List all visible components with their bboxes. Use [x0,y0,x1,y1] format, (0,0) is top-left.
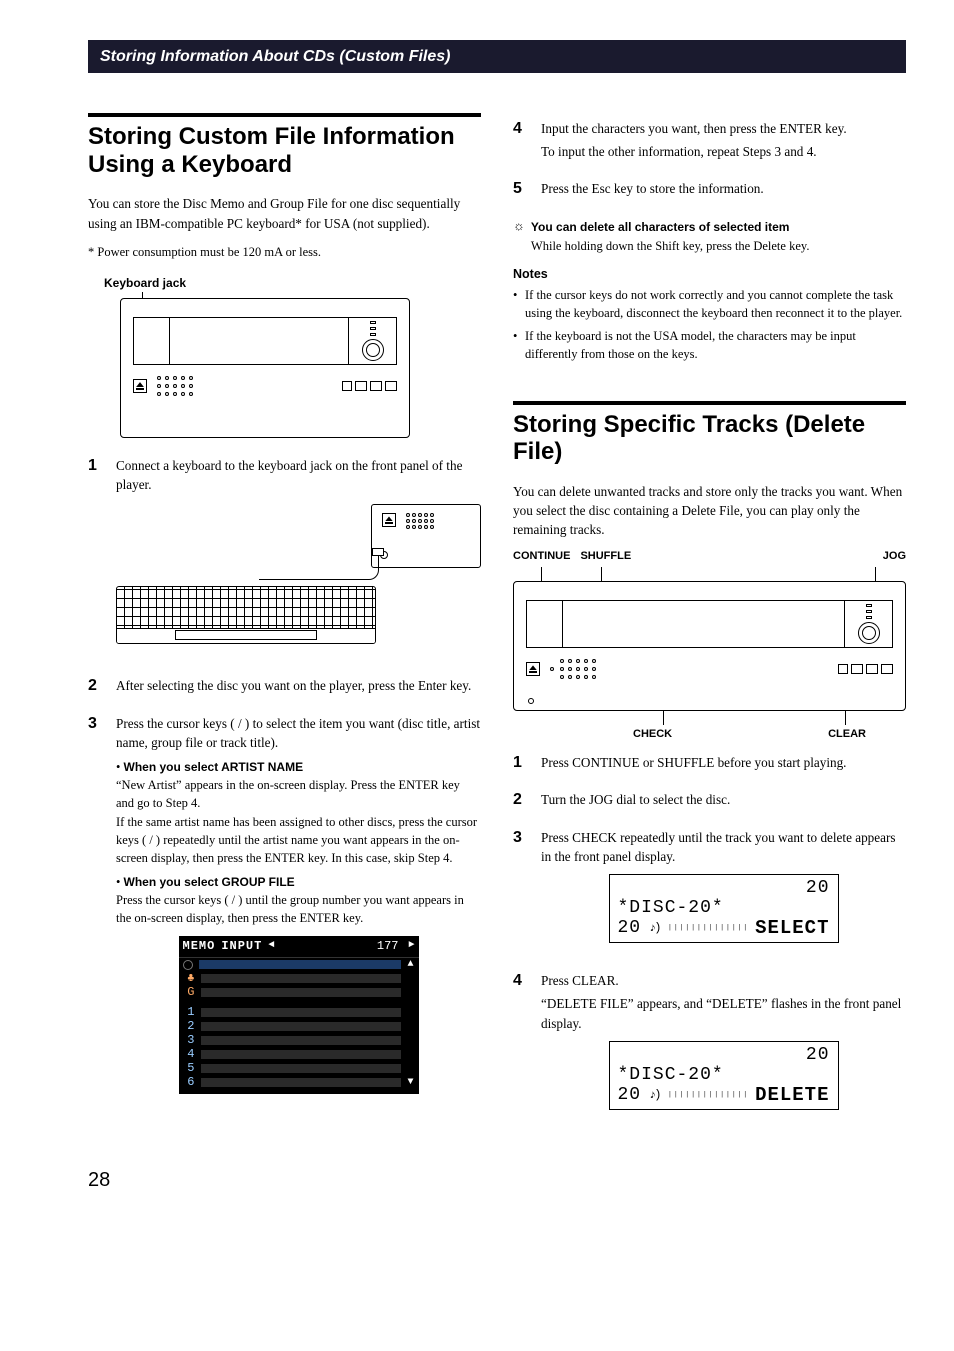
annot-continue: CONTINUE [513,549,570,565]
step-number: 5 [513,179,527,202]
tip-body: While holding down the Shift key, press … [531,239,810,253]
lcd-line-1: 20 [618,1046,830,1066]
osd-input-label: INPUT [221,938,262,955]
lcd-bottom-left: 20 [618,1086,642,1106]
jog-dial-icon [858,622,880,644]
button-grid-icon [157,376,194,397]
eject-icon [382,513,396,527]
left-column: Storing Custom File Information Using a … [88,113,481,1138]
s2-step-4a: Press CLEAR. [541,971,906,990]
annot-shuffle: SHUFFLE [580,549,631,565]
sub-group-title: When you select GROUP FILE [124,875,295,889]
device-front-illustration [120,298,481,438]
keyboard-icon [116,586,376,644]
dot-icon [550,667,554,671]
s2-step-2: Turn the JOG dial to select the disc. [541,790,906,809]
device-front-illustration [513,581,906,711]
onscreen-display: MEMO INPUT ◄ 177 ► ▲ ♣ G 1 2 3 4 [179,936,419,1094]
step-3-text: Press the cursor keys ( / ) to select th… [116,714,481,752]
section-title-keyboard: Storing Custom File Information Using a … [88,123,481,178]
footnote: * Power consumption must be 120 mA or le… [88,243,481,261]
lcd-bottom-left: 20 [618,919,642,939]
section2-intro: You can delete unwanted tracks and store… [513,482,906,539]
step-2-text: After selecting the disc you want on the… [116,676,481,695]
step-4b-text: To input the other information, repeat S… [541,142,906,161]
step-1-text: Connect a keyboard to the keyboard jack … [116,456,481,494]
jog-dial-icon [362,339,384,361]
keyboard-connection-illustration [116,504,481,644]
keyboard-jack-label: Keyboard jack [104,275,481,292]
note-item: If the cursor keys do not work correctly… [513,286,906,322]
step-number: 1 [513,753,527,776]
lcd-line-2: *DISC-20* [618,1066,724,1086]
annot-clear: CLEAR [828,727,866,743]
s2-step-3: Press CHECK repeatedly until the track y… [541,828,906,866]
ticks-icon: |||||||||||||||||||||| [668,924,748,933]
sub-artist-title: When you select ARTIST NAME [124,760,304,774]
section-rule [513,401,906,405]
transport-buttons-icon [342,381,397,391]
annot-lines [513,567,906,581]
annot-lines [513,711,906,725]
lcd-bottom-right: SELECT [755,918,829,939]
section-title-delete-file: Storing Specific Tracks (Delete File) [513,411,906,466]
disc-icon [183,960,193,970]
page-number: 28 [88,1166,906,1195]
eject-icon [133,379,147,393]
ticks-icon: |||||||||||||||||||||| [668,1091,748,1100]
step-5-text: Press the Esc key to store the informati… [541,179,906,198]
osd-memo-label: MEMO [183,938,216,955]
annot-check: CHECK [633,727,672,743]
button-grid-icon [406,513,434,529]
note-item: If the keyboard is not the USA model, th… [513,327,906,363]
step-number: 3 [88,714,102,1094]
step-number: 2 [513,790,527,813]
sub-artist-body1: “New Artist” appears in the on-screen di… [116,778,460,810]
step-number: 2 [88,676,102,699]
lcd-line-1: 20 [618,879,830,899]
step-number: 3 [513,828,527,958]
group-icon: G [183,984,195,1001]
arrow-right-icon: ► [408,939,414,954]
cable-icon [259,550,379,580]
step-number: 4 [513,119,527,165]
s2-step-4b: “DELETE FILE” appears, and “DELETE” flas… [541,994,906,1032]
notes-heading: Notes [513,265,906,283]
section-rule [88,113,481,117]
arrow-left-icon: ◄ [268,939,274,954]
lcd-line-2: *DISC-20* [618,899,724,919]
step-4a-text: Input the characters you want, then pres… [541,119,906,138]
lcd-bottom-right: DELETE [755,1085,829,1106]
track-icon: ♪) [649,1089,659,1102]
step-number: 1 [88,456,102,662]
sub-artist-body2: If the same artist name has been assigne… [116,815,477,865]
port-icon [528,698,534,704]
breadcrumb: Storing Information About CDs (Custom Fi… [88,40,906,73]
sub-group-body: Press the cursor keys ( / ) until the gr… [116,893,464,925]
osd-row-index: 6 [183,1074,195,1091]
intro-para: You can store the Disc Memo and Group Fi… [88,194,481,232]
track-icon: ♪) [649,922,659,935]
s2-step-1: Press CONTINUE or SHUFFLE before you sta… [541,753,906,772]
button-grid-icon [560,659,597,680]
transport-buttons-icon [838,664,893,674]
tip-icon: ☼ [513,217,525,236]
lcd-display: 20 *DISC-20* 20 ♪) |||||||||||||||||||||… [609,874,839,943]
tip-title: You can delete all characters of selecte… [531,220,790,234]
annot-jog: JOG [883,549,906,565]
step-number: 4 [513,971,527,1124]
osd-number: 177 [377,938,399,955]
right-column: 4 Input the characters you want, then pr… [513,113,906,1138]
eject-icon [526,662,540,676]
lcd-display: 20 *DISC-20* 20 ♪) |||||||||||||||||||||… [609,1041,839,1110]
